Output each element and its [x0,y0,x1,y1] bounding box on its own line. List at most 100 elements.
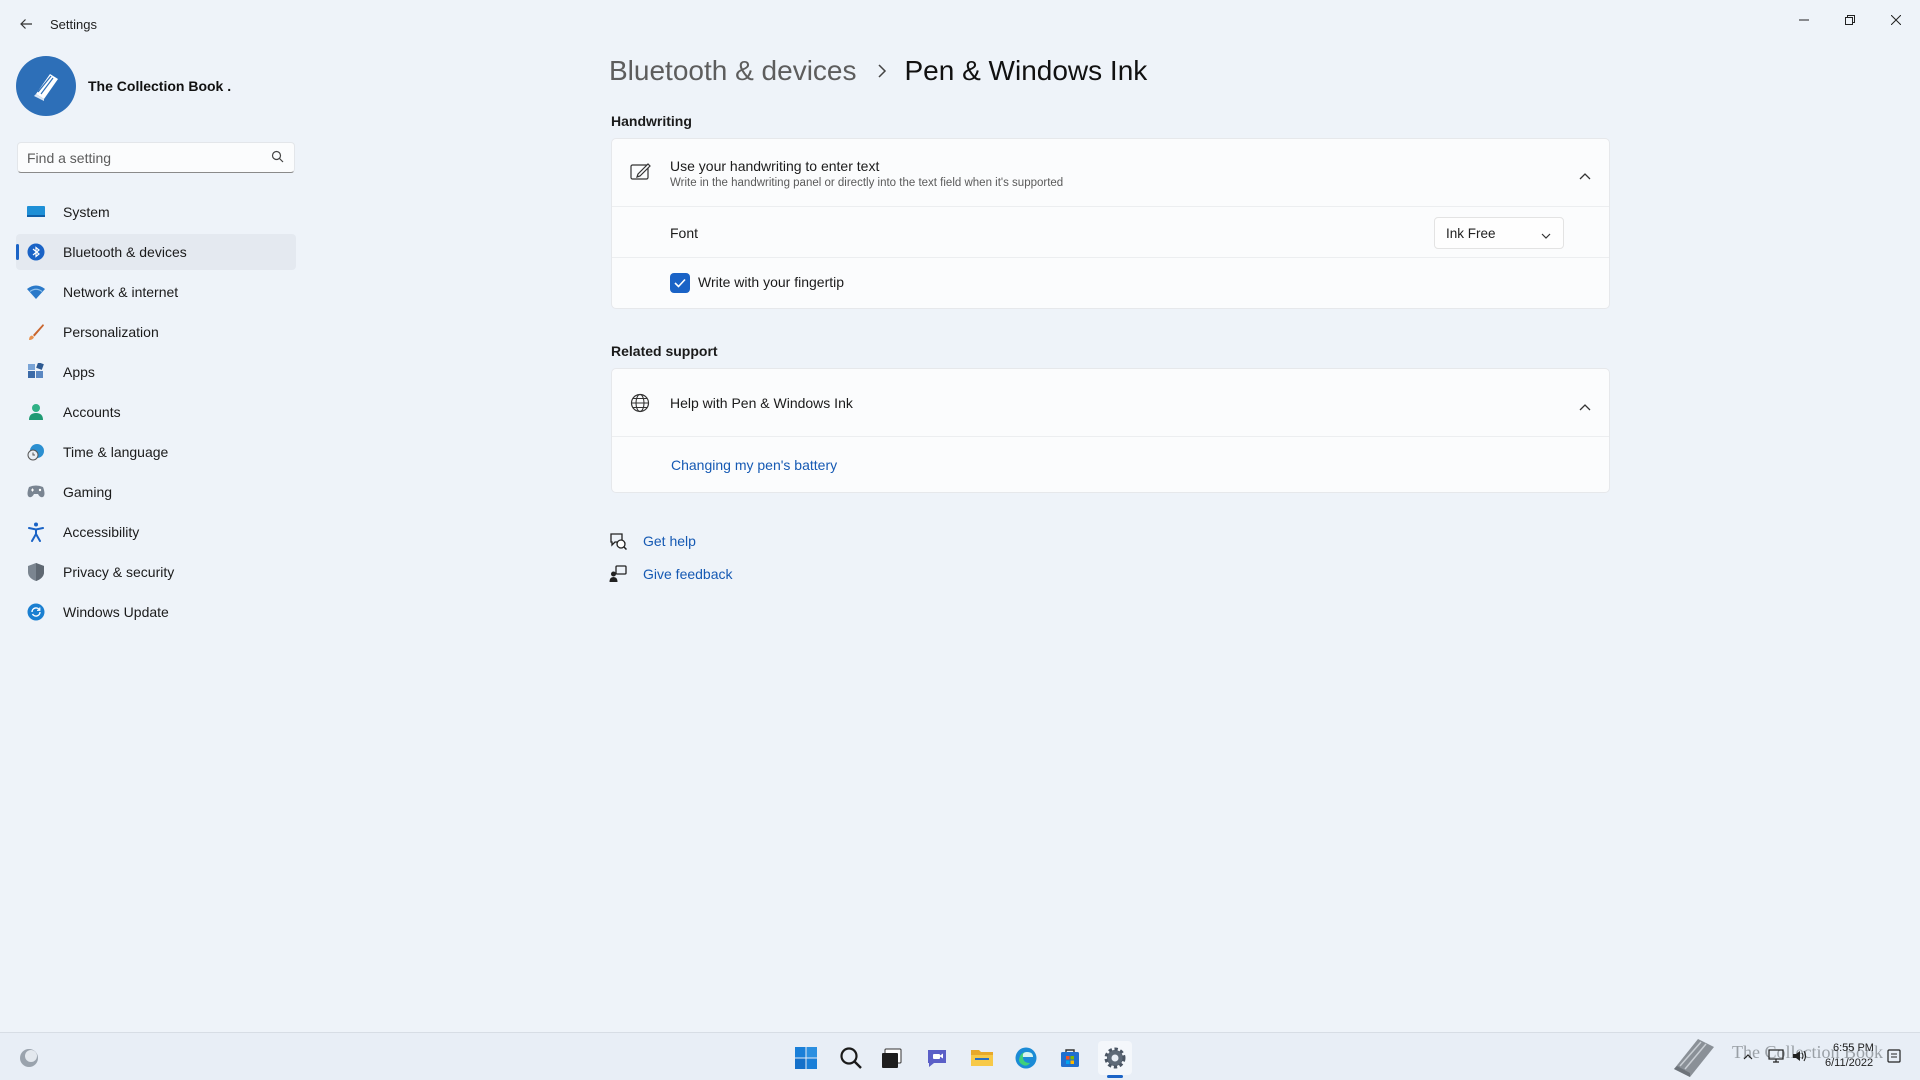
chevron-up-icon[interactable] [1579,167,1591,185]
fingertip-row: Write with your fingertip [612,258,1609,308]
support-title: Help with Pen & Windows Ink [670,395,853,411]
store-button[interactable] [1053,1041,1087,1075]
get-help-row[interactable]: Get help [609,524,733,557]
task-view-button[interactable] [875,1041,909,1075]
sidebar-item-network-internet[interactable]: Network & internet [16,274,296,310]
gear-icon [1104,1047,1126,1069]
sidebar-item-label: System [63,204,110,220]
sidebar-item-personalization[interactable]: Personalization [16,314,296,350]
apps-icon [26,362,46,382]
widgets-button[interactable] [12,1041,46,1075]
sidebar-item-privacy-security[interactable]: Privacy & security [16,554,296,590]
accessibility-icon [26,522,46,542]
fingertip-checkbox[interactable] [670,273,690,293]
show-hidden-icons-button[interactable] [1740,1046,1756,1066]
update-icon [26,602,46,622]
close-icon [1891,15,1901,25]
store-icon [1061,1049,1079,1067]
back-button[interactable] [14,12,38,36]
folder-icon [971,1050,993,1066]
sidebar-item-label: Privacy & security [63,564,175,580]
teams-chat-button[interactable] [920,1041,954,1075]
give-feedback-link[interactable]: Give feedback [643,566,733,582]
active-app-indicator [1107,1075,1123,1078]
search-icon[interactable] [271,150,284,168]
taskbar-search-button[interactable] [834,1041,868,1075]
changing-pen-battery-link[interactable]: Changing my pen's battery [671,457,837,473]
get-help-link[interactable]: Get help [643,533,696,549]
sidebar-item-accounts[interactable]: Accounts [16,394,296,430]
speaker-icon [1793,1050,1807,1062]
sidebar-item-bluetooth-devices[interactable]: Bluetooth & devices [16,234,296,270]
sidebar-item-time-language[interactable]: Time & language [16,434,296,470]
start-button[interactable] [789,1041,823,1075]
chevron-down-icon [1541,228,1551,243]
gamepad-icon [26,482,46,502]
sidebar-item-accessibility[interactable]: Accessibility [16,514,296,550]
breadcrumb-parent[interactable]: Bluetooth & devices [609,55,857,87]
font-row: Font Ink Free [612,207,1609,258]
minimize-button[interactable] [1784,6,1824,34]
section-title-handwriting: Handwriting [611,113,692,129]
notifications-button[interactable] [1884,1046,1904,1066]
sidebar-item-label: Network & internet [63,284,179,300]
sidebar-item-label: Windows Update [63,604,169,620]
edge-button[interactable] [1009,1041,1043,1075]
settings-taskbar-button[interactable] [1098,1041,1132,1075]
brush-icon [26,322,46,342]
font-dropdown[interactable]: Ink Free [1434,217,1564,249]
fingertip-label[interactable]: Write with your fingertip [698,274,844,290]
sidebar-item-system[interactable]: System [16,194,296,230]
taskbar: The Collection Book 6:55 PM 6/11/2022 [0,1032,1920,1080]
checkmark-icon [674,278,686,288]
close-button[interactable] [1876,6,1916,34]
help-links: Get help Give feedback [609,524,733,590]
font-dropdown-value: Ink Free [1446,225,1496,241]
profile-name: The Collection Book . [88,78,232,94]
sidebar-item-label: Time & language [63,444,169,460]
clock-globe-icon [26,442,46,462]
globe-icon [630,393,650,418]
clock-date[interactable]: 6/11/2022 [1825,1057,1873,1069]
search-box[interactable] [17,142,295,173]
file-explorer-button[interactable] [965,1041,999,1075]
edge-icon [1015,1047,1037,1069]
page-title: Pen & Windows Ink [904,55,1148,86]
avatar [16,56,76,116]
related-support-card: Help with Pen & Windows Ink Changing my … [611,368,1610,493]
title-bar: Settings [0,0,1920,48]
user-profile[interactable]: The Collection Book . [16,56,231,116]
clock-time[interactable]: 6:55 PM [1833,1042,1874,1054]
search-icon [840,1047,862,1069]
sidebar-item-label: Apps [63,364,95,380]
network-tray-button[interactable] [1766,1046,1786,1066]
breadcrumb: Bluetooth & devices Pen & Windows Ink [609,55,1147,87]
sidebar-item-label: Personalization [63,324,159,340]
wifi-icon [26,282,46,302]
sidebar-nav: System Bluetooth & devices Network & int… [16,194,296,634]
sidebar-item-label: Gaming [63,484,113,500]
section-title-related-support: Related support [611,343,718,359]
support-header-row[interactable]: Help with Pen & Windows Ink [612,369,1609,437]
volume-tray-button[interactable] [1790,1046,1810,1066]
sidebar-item-gaming[interactable]: Gaming [16,474,296,510]
watermark-book-logo [1668,1035,1720,1079]
sidebar-item-apps[interactable]: Apps [16,354,296,390]
sidebar-item-label: Bluetooth & devices [63,244,187,260]
weather-icon [20,1049,38,1067]
chevron-up-icon[interactable] [1579,398,1591,416]
monitor-network-icon [1768,1049,1784,1063]
give-feedback-row[interactable]: Give feedback [609,557,733,590]
restore-icon [1845,15,1855,25]
restore-button[interactable] [1830,6,1870,34]
handwriting-header-row[interactable]: Use your handwriting to enter text Write… [612,139,1609,207]
bluetooth-icon [26,242,46,262]
font-label: Font [670,225,699,241]
search-input[interactable] [18,143,258,172]
chevron-right-icon [877,64,887,78]
sidebar-item-windows-update[interactable]: Windows Update [16,594,296,630]
chat-icon [928,1050,946,1067]
shield-icon [26,562,46,582]
get-help-icon [609,532,629,550]
handwriting-title: Use your handwriting to enter text [670,158,880,174]
